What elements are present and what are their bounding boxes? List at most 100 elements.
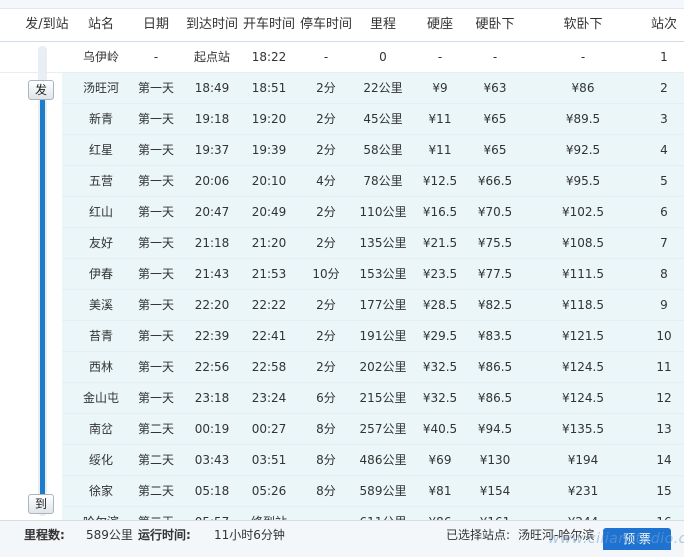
distance: 135公里 bbox=[359, 236, 407, 250]
depart-time: 22:41 bbox=[251, 329, 287, 343]
depart-time: 20:49 bbox=[251, 205, 287, 219]
stop-duration: 4分 bbox=[316, 174, 336, 188]
table-row[interactable]: 苔青 第一天 22:39 22:41 2分 191公里 ¥29.5 ¥83.5 ¥121.5 10 bbox=[62, 321, 684, 352]
distance-value: 589公里 bbox=[86, 528, 133, 542]
table-row[interactable]: 西林 第一天 22:56 22:58 2分 202公里 ¥32.5 ¥86.5 ¥124.5 11 bbox=[62, 352, 684, 383]
table-row[interactable]: 汤旺河 第一天 18:49 18:51 2分 22公里 ¥9 ¥63 ¥86 2 bbox=[62, 73, 684, 104]
arrive-time: 21:18 bbox=[194, 236, 230, 250]
depart-time: 22:58 bbox=[251, 360, 287, 374]
table-row[interactable]: 徐家 第二天 05:18 05:26 8分 589公里 ¥81 ¥154 ¥231 15 bbox=[62, 476, 684, 507]
hard-seat-price: ¥9 bbox=[432, 81, 448, 95]
arrive-time: 22:56 bbox=[194, 360, 230, 374]
col-header-distance: 里程 bbox=[369, 17, 396, 32]
station-index: 1 bbox=[660, 50, 668, 64]
arrive-time: 05:18 bbox=[194, 484, 230, 498]
depart-time: 19:39 bbox=[251, 143, 287, 157]
hard-sleeper-price: ¥65 bbox=[483, 143, 507, 157]
station-name: 乌伊岭 bbox=[82, 50, 119, 64]
station-day: 第一天 bbox=[137, 112, 174, 126]
arrive-time: 23:18 bbox=[194, 391, 230, 405]
table-row[interactable]: 乌伊岭 - 起点站 18:22 - 0 - - - 1 bbox=[0, 42, 684, 73]
station-name: 徐家 bbox=[88, 484, 113, 498]
stop-duration: 2分 bbox=[316, 298, 336, 312]
arrive-time: 起点站 bbox=[193, 50, 230, 64]
soft-sleeper-price: ¥89.5 bbox=[565, 112, 601, 126]
table-row[interactable]: 红山 第一天 20:47 20:49 2分 110公里 ¥16.5 ¥70.5 ¥102.5 6 bbox=[62, 197, 684, 228]
station-name: 金山屯 bbox=[82, 391, 119, 405]
stop-duration: 2分 bbox=[316, 360, 336, 374]
table-row[interactable]: 伊春 第一天 21:43 21:53 10分 153公里 ¥23.5 ¥77.5 ¥111.5 8 bbox=[62, 259, 684, 290]
arrive-time: 03:43 bbox=[194, 453, 230, 467]
col-header-index: 站次 bbox=[650, 17, 677, 32]
station-day: 第一天 bbox=[137, 236, 174, 250]
station-index: 9 bbox=[660, 298, 668, 312]
arrive-time: 19:18 bbox=[194, 112, 230, 126]
distance: 177公里 bbox=[359, 298, 407, 312]
arrive-time: 00:19 bbox=[194, 422, 230, 436]
runtime-value: 11小时6分钟 bbox=[214, 528, 285, 542]
table-row[interactable]: 美溪 第一天 22:20 22:22 2分 177公里 ¥28.5 ¥82.5 ¥118.5 9 bbox=[62, 290, 684, 321]
selected-stations-label: 已选择站点: bbox=[446, 528, 511, 542]
hard-seat-price: ¥16.5 bbox=[422, 205, 458, 219]
station-name: 南岔 bbox=[88, 422, 113, 436]
distance: 202公里 bbox=[359, 360, 407, 374]
station-index: 4 bbox=[660, 143, 668, 157]
station-day: 第一天 bbox=[137, 267, 174, 281]
hard-seat-price: ¥28.5 bbox=[422, 298, 458, 312]
hard-seat-price: ¥32.5 bbox=[422, 360, 458, 374]
station-index: 8 bbox=[660, 267, 668, 281]
depart-time: 05:26 bbox=[251, 484, 287, 498]
hard-seat-price: ¥11 bbox=[428, 112, 452, 126]
table-row[interactable]: 金山屯 第一天 23:18 23:24 6分 215公里 ¥32.5 ¥86.5 ¥124.5 1… bbox=[62, 383, 684, 414]
station-index: 15 bbox=[656, 484, 672, 498]
station-day: - bbox=[153, 50, 159, 64]
table-row[interactable]: 南岔 第二天 00:19 00:27 8分 257公里 ¥40.5 ¥94.5 ¥135.5 13 bbox=[62, 414, 684, 445]
station-day: 第一天 bbox=[137, 81, 174, 95]
stop-duration: 2分 bbox=[316, 205, 336, 219]
arrive-time: 19:37 bbox=[194, 143, 230, 157]
station-name: 绥化 bbox=[88, 453, 113, 467]
runtime-label: 运行时间: bbox=[138, 528, 191, 542]
soft-sleeper-price: ¥194 bbox=[567, 453, 599, 467]
stop-duration: - bbox=[323, 50, 329, 64]
hard-seat-price: ¥81 bbox=[428, 484, 452, 498]
table-row[interactable]: 绥化 第二天 03:43 03:51 8分 486公里 ¥69 ¥130 ¥194 14 bbox=[62, 445, 684, 476]
distance-label: 里程数: bbox=[24, 528, 65, 542]
depart-time: 21:20 bbox=[251, 236, 287, 250]
hard-seat-price: ¥12.5 bbox=[422, 174, 458, 188]
soft-sleeper-price: ¥118.5 bbox=[562, 298, 604, 312]
station-index: 11 bbox=[656, 360, 672, 374]
stop-duration: 6分 bbox=[316, 391, 336, 405]
station-index: 14 bbox=[656, 453, 672, 467]
station-day: 第一天 bbox=[137, 298, 174, 312]
hard-sleeper-price: ¥70.5 bbox=[477, 205, 513, 219]
depart-time: 21:53 bbox=[251, 267, 287, 281]
table-row[interactable]: 友好 第一天 21:18 21:20 2分 135公里 ¥21.5 ¥75.5 ¥108.5 7 bbox=[62, 228, 684, 259]
soft-sleeper-price: ¥124.5 bbox=[562, 391, 604, 405]
station-name: 美溪 bbox=[88, 298, 113, 312]
station-index: 5 bbox=[660, 174, 668, 188]
table-row[interactable]: 五营 第一天 20:06 20:10 4分 78公里 ¥12.5 ¥66.5 ¥95.5 5 bbox=[62, 166, 684, 197]
distance: 257公里 bbox=[359, 422, 407, 436]
distance: 191公里 bbox=[359, 329, 407, 343]
distance: 45公里 bbox=[363, 112, 403, 126]
station-day: 第二天 bbox=[137, 484, 174, 498]
soft-sleeper-price: ¥124.5 bbox=[562, 360, 604, 374]
hard-seat-price: ¥69 bbox=[428, 453, 452, 467]
table-row[interactable]: 红星 第一天 19:37 19:39 2分 58公里 ¥11 ¥65 ¥92.5 4 bbox=[62, 135, 684, 166]
col-header-station: 站名 bbox=[87, 17, 114, 32]
station-index: 7 bbox=[660, 236, 668, 250]
soft-sleeper-price: ¥111.5 bbox=[562, 267, 604, 281]
hard-sleeper-price: ¥83.5 bbox=[477, 329, 513, 343]
stop-duration: 2分 bbox=[316, 143, 336, 157]
station-name: 西林 bbox=[88, 360, 113, 374]
soft-sleeper-price: - bbox=[580, 50, 586, 64]
hard-seat-price: ¥32.5 bbox=[422, 391, 458, 405]
station-day: 第一天 bbox=[137, 391, 174, 405]
soft-sleeper-price: ¥108.5 bbox=[562, 236, 604, 250]
hard-seat-price: - bbox=[437, 50, 443, 64]
station-index: 2 bbox=[660, 81, 668, 95]
table-row[interactable]: 新青 第一天 19:18 19:20 2分 45公里 ¥11 ¥65 ¥89.5 3 bbox=[62, 104, 684, 135]
distance: 110公里 bbox=[359, 205, 407, 219]
depart-time: 22:22 bbox=[251, 298, 287, 312]
